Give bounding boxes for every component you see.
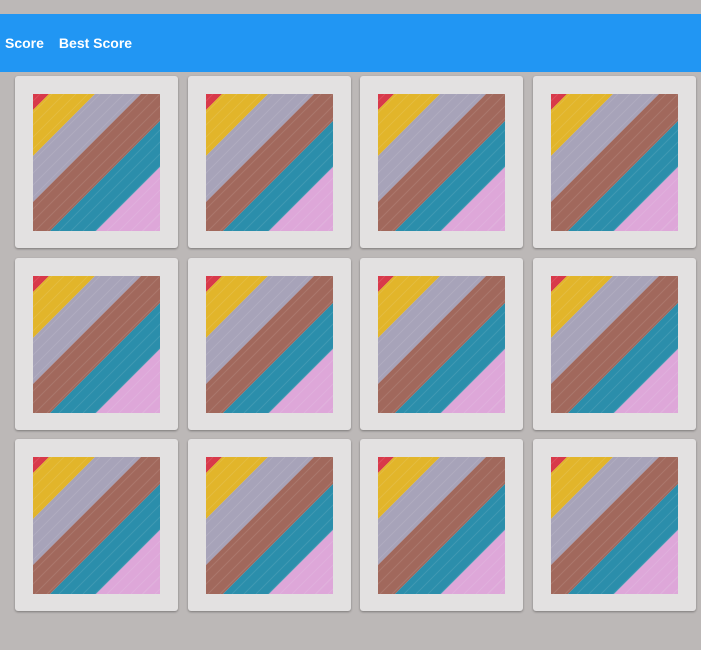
memory-card[interactable] — [15, 76, 178, 248]
memory-card[interactable] — [187, 257, 351, 430]
best-score-label: Best Score — [58, 35, 133, 51]
top-margin — [0, 0, 701, 14]
memory-card[interactable] — [360, 439, 523, 611]
card-back-stripes-icon — [205, 275, 333, 413]
card-back-stripes-icon — [550, 457, 678, 594]
memory-card[interactable] — [532, 257, 696, 430]
memory-card[interactable] — [187, 76, 351, 248]
card-back-stripes-icon — [205, 94, 333, 231]
card-back-stripes-icon — [550, 94, 678, 231]
memory-card[interactable] — [360, 76, 523, 248]
memory-card[interactable] — [15, 257, 178, 430]
card-back-stripes-icon — [378, 94, 505, 231]
card-back-stripes-icon — [33, 457, 160, 594]
card-back-stripes-icon — [378, 275, 505, 413]
memory-card[interactable] — [532, 76, 696, 248]
score-label: Score — [5, 35, 44, 51]
memory-card[interactable] — [187, 439, 351, 611]
card-back-stripes-icon — [205, 457, 333, 594]
card-back-stripes-icon — [33, 94, 160, 231]
card-grid — [15, 76, 696, 611]
card-back-stripes-icon — [378, 457, 505, 594]
memory-card[interactable] — [360, 257, 523, 430]
memory-card[interactable] — [532, 439, 696, 611]
score-header: Score Best Score — [0, 14, 701, 72]
memory-card[interactable] — [15, 439, 178, 611]
card-back-stripes-icon — [33, 275, 160, 413]
card-back-stripes-icon — [550, 275, 678, 413]
